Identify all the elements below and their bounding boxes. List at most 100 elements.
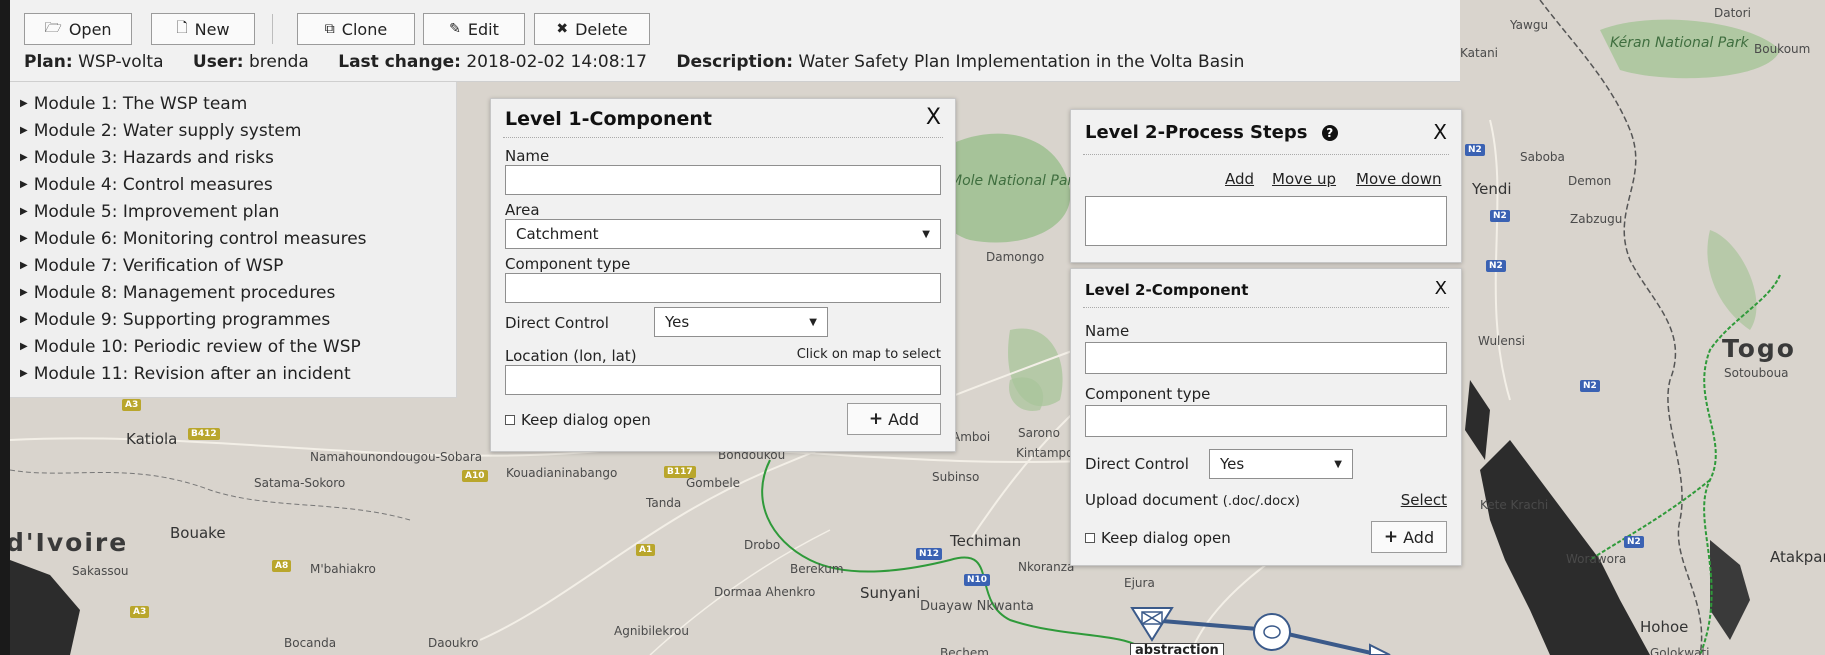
edit-button-label: Edit (467, 19, 499, 39)
module-item[interactable]: ▶ Module 1: The WSP team (10, 90, 456, 117)
plan-toolbar: 🗁 Open 🗋 New ⧉ Clone ✎ Edit ✖ Delete Pla… (10, 0, 1460, 82)
map-place: Sotouboua (1724, 366, 1789, 380)
new-button[interactable]: 🗋 New (151, 13, 255, 45)
module-item-label: Module 8: Management procedures (33, 282, 336, 303)
module-item[interactable]: ▶ Module 5: Improvement plan (10, 198, 456, 225)
component-type-label: Component type (505, 255, 631, 273)
map-place: M'bahiakro (310, 562, 376, 576)
add-button[interactable]: + Add (847, 403, 941, 435)
open-button[interactable]: 🗁 Open (24, 13, 132, 45)
map-place: Sunyani (860, 584, 921, 602)
module-item-label: Module 11: Revision after an incident (33, 363, 351, 384)
map-place: Amboi (952, 430, 991, 444)
map-park: Mole National Park (950, 173, 1082, 189)
map-place: Bechem (940, 646, 989, 655)
module-item-label: Module 1: The WSP team (33, 93, 248, 114)
plus-icon: + (868, 409, 884, 429)
close-icon[interactable]: X (926, 105, 941, 130)
delete-button[interactable]: ✖ Delete (534, 13, 650, 45)
help-icon[interactable]: ? (1321, 125, 1338, 141)
road-shield: B412 (188, 428, 220, 440)
module-item-label: Module 5: Improvement plan (33, 201, 280, 222)
module-item[interactable]: ▶ Module 10: Periodic review of the WSP (10, 333, 456, 360)
caret-right-icon: ▶ (20, 260, 28, 271)
caret-down-icon: ▼ (1334, 458, 1342, 470)
component-type-input[interactable] (505, 273, 941, 303)
clone-button[interactable]: ⧉ Clone (297, 13, 415, 45)
level2-component-dialog: Level 2-Component X Name Component type … (1070, 268, 1462, 566)
component-type-input[interactable] (1085, 405, 1447, 437)
keep-dialog-open-checkbox[interactable]: Keep dialog open (1085, 529, 1231, 547)
move-up-link[interactable]: Move up (1272, 170, 1336, 188)
map-place: Worawora (1566, 552, 1627, 566)
road-shield: B117 (664, 466, 696, 478)
upload-document-text: Upload document (1085, 491, 1219, 509)
toolbar-separator (272, 14, 273, 44)
caret-right-icon: ▶ (20, 368, 28, 379)
delete-button-label: Delete (575, 19, 628, 39)
checkbox-icon (1085, 533, 1095, 543)
map-place: Berekum (790, 562, 844, 576)
direct-control-select[interactable]: Yes ▼ (1209, 449, 1353, 479)
new-button-label: New (194, 19, 230, 39)
caret-down-icon: ▼ (809, 316, 817, 328)
map-place: Techiman (950, 532, 1022, 550)
caret-right-icon: ▶ (20, 341, 28, 352)
map-place: Zabzugu (1570, 212, 1623, 226)
module-item-label: Module 10: Periodic review of the WSP (33, 336, 361, 357)
module-item[interactable]: ▶ Module 2: Water supply system (10, 117, 456, 144)
description-label: Description: (676, 52, 794, 72)
module-item[interactable]: ▶ Module 4: Control measures (10, 171, 456, 198)
move-down-link[interactable]: Move down (1356, 170, 1441, 188)
direct-control-value: Yes (665, 313, 690, 331)
map-place: Saboba (1520, 150, 1565, 164)
keep-dialog-open-label: Keep dialog open (1101, 529, 1231, 547)
map-place: Hohoe (1640, 618, 1689, 636)
map-park: Kéran National Park (1610, 35, 1749, 51)
module-item-label: Module 2: Water supply system (33, 120, 302, 141)
map-place: Boukoum (1754, 42, 1811, 56)
map-place: Damongo (986, 250, 1045, 264)
add-button[interactable]: + Add (1371, 521, 1447, 553)
module-item[interactable]: ▶ Module 3: Hazards and risks (10, 144, 456, 171)
road-shield: N12 (916, 548, 943, 560)
road-shield: A1 (636, 544, 656, 556)
caret-down-icon: ▼ (922, 228, 930, 240)
last-change-label: Last change: (338, 52, 461, 72)
edit-button[interactable]: ✎ Edit (423, 13, 525, 45)
module-item[interactable]: ▶ Module 11: Revision after an incident (10, 360, 456, 387)
direct-control-select[interactable]: Yes ▼ (654, 307, 828, 337)
module-item[interactable]: ▶ Module 7: Verification of WSP (10, 252, 456, 279)
close-icon[interactable]: X (1433, 120, 1447, 144)
caret-right-icon: ▶ (20, 98, 28, 109)
location-label: Location (lon, lat) (505, 347, 637, 365)
dialog-divider (1083, 154, 1449, 155)
map-place: Sakassou (72, 564, 129, 578)
map-place: Katani (1460, 46, 1499, 60)
module-item[interactable]: ▶ Module 8: Management procedures (10, 279, 456, 306)
keep-dialog-open-checkbox[interactable]: Keep dialog open (505, 411, 651, 429)
area-select[interactable]: Catchment ▼ (505, 219, 941, 249)
direct-control-label: Direct Control (1085, 455, 1189, 473)
module-item[interactable]: ▶ Module 6: Monitoring control measures (10, 225, 456, 252)
name-input[interactable] (1085, 342, 1447, 374)
description-value: Water Safety Plan Implementation in the … (798, 52, 1245, 72)
select-document-link[interactable]: Select (1401, 491, 1447, 509)
module-item[interactable]: ▶ Module 9: Supporting programmes (10, 306, 456, 333)
add-step-link[interactable]: Add (1225, 170, 1254, 188)
name-input[interactable] (505, 165, 941, 195)
clone-icon: ⧉ (324, 21, 335, 37)
map-place: Kouadianinabango (506, 466, 618, 480)
component-type-label: Component type (1085, 385, 1211, 403)
direct-control-label: Direct Control (505, 314, 609, 332)
map-place: Daoukro (428, 636, 479, 650)
add-button-label: Add (1403, 527, 1435, 547)
process-steps-list[interactable] (1085, 196, 1447, 246)
road-shield: A3 (130, 606, 150, 618)
location-input[interactable] (505, 365, 941, 395)
map-place: Yawgu (1510, 18, 1549, 32)
caret-right-icon: ▶ (20, 287, 28, 298)
map-place: Duayaw Nkwanta (920, 599, 1034, 614)
map-place: Wulensi (1478, 334, 1525, 348)
close-icon[interactable]: X (1435, 278, 1447, 299)
